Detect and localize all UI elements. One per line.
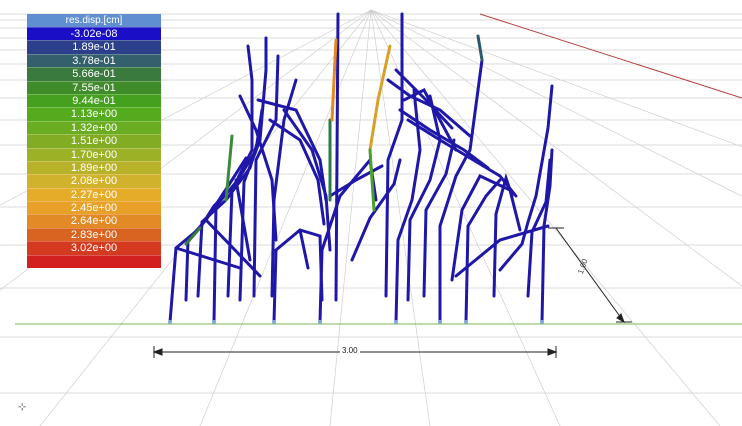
- legend-row: 1.89e-01: [27, 40, 161, 54]
- span-dimension-label: 3.00: [340, 346, 360, 355]
- frame-members: [168, 12, 554, 324]
- red-axis-line: [479, 13, 742, 99]
- legend-row: 1.89e+00: [27, 160, 161, 175]
- displacement-legend: res.disp.[cm] -3.02e-08 1.89e-01 3.78e-01 5…: [27, 14, 161, 268]
- legend-row: 9.44e-01: [27, 93, 161, 108]
- legend-row: 2.27e+00: [27, 187, 161, 202]
- dimension-side: [548, 227, 632, 324]
- legend-max-swatch: [27, 254, 161, 268]
- legend-row: 2.64e+00: [27, 214, 161, 228]
- legend-row: 1.32e+00: [27, 120, 161, 135]
- axis-triad-icon: ⊹: [18, 402, 27, 413]
- legend-title: res.disp.[cm]: [27, 14, 161, 27]
- support-nodes: [168, 320, 544, 324]
- legend-row: -3.02e-08: [27, 27, 161, 41]
- legend-row: 7.55e-01: [27, 80, 161, 94]
- legend-row: 2.45e+00: [27, 201, 161, 215]
- legend-row: 2.08e+00: [27, 174, 161, 188]
- legend-row: 3.78e-01: [27, 53, 161, 68]
- legend-row: 3.02e+00: [27, 241, 161, 255]
- legend-row: 2.83e+00: [27, 227, 161, 242]
- legend-row: 1.13e+00: [27, 107, 161, 121]
- legend-row: 5.66e-01: [27, 67, 161, 81]
- legend-row: 1.70e+00: [27, 147, 161, 161]
- legend-row: 1.51e+00: [27, 134, 161, 148]
